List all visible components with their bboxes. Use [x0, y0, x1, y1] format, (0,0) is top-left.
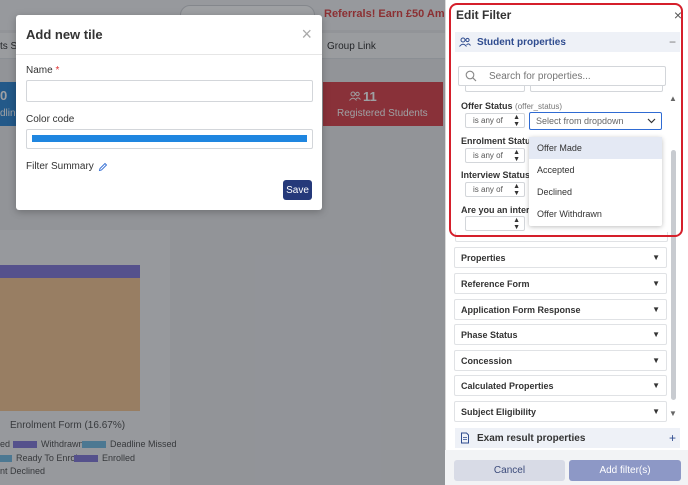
option-offer-made[interactable]: Offer Made: [529, 137, 662, 159]
caret-down-icon: ▼: [652, 407, 660, 416]
offer-status-value-select[interactable]: Select from dropdown: [529, 112, 662, 130]
panel-title: Edit Filter: [456, 8, 512, 22]
section-subject-eligibility[interactable]: Subject Eligibility ▼: [454, 401, 667, 422]
modal-header: Add new tile ×: [16, 15, 322, 55]
scroll-up-icon[interactable]: ▲: [669, 94, 677, 103]
operator-select[interactable]: [465, 86, 525, 92]
option-offer-withdrawn[interactable]: Offer Withdrawn: [529, 203, 662, 225]
filter-summary: Filter Summary: [26, 161, 108, 172]
collapse-icon[interactable]: −: [669, 35, 676, 49]
student-properties-label: Student properties: [477, 36, 566, 48]
caret-down-icon: ▼: [652, 305, 660, 314]
offer-status-label: Offer Status (offer_status): [461, 101, 563, 111]
sort-arrows-icon: ▲ ▼: [513, 148, 520, 163]
caret-down-icon: ▼: [652, 279, 660, 288]
offer-status-options: Offer Made Accepted Declined Offer Withd…: [529, 137, 662, 226]
interview-status-label: Interview Status: [461, 170, 531, 180]
caret-down-icon: ▼: [652, 356, 660, 365]
caret-down-icon: ▼: [652, 381, 660, 390]
exam-properties-label: Exam result properties: [477, 432, 586, 444]
cancel-button[interactable]: Cancel: [454, 460, 565, 481]
modal-title: Add new tile: [26, 27, 103, 42]
section-application-form-response[interactable]: Application Form Response ▼: [454, 299, 667, 320]
property-row-end: [455, 232, 668, 242]
scroll-down-icon[interactable]: ▼: [669, 409, 677, 418]
interview-status-operator[interactable]: is any of ▲ ▼: [465, 182, 525, 197]
expand-icon[interactable]: +: [669, 431, 676, 445]
sort-arrows-icon: ▲ ▼: [513, 182, 520, 197]
section-phase-status[interactable]: Phase Status ▼: [454, 324, 667, 345]
intern-label: Are you an intern: [461, 205, 536, 215]
name-input[interactable]: [26, 80, 313, 102]
add-tile-modal: Add new tile × Name * Color code Filter …: [16, 15, 322, 210]
required-marker: *: [55, 65, 60, 76]
option-accepted[interactable]: Accepted: [529, 159, 662, 181]
intern-operator[interactable]: ▲ ▼: [465, 216, 525, 231]
sort-arrows-icon: ▲ ▼: [513, 113, 520, 128]
color-code-picker[interactable]: [26, 129, 313, 149]
name-label: Name *: [26, 65, 60, 76]
section-concession[interactable]: Concession ▼: [454, 350, 667, 371]
caret-down-icon: ▼: [652, 253, 660, 262]
close-icon[interactable]: ×: [674, 7, 682, 23]
pencil-icon[interactable]: [98, 162, 108, 172]
enrolment-status-label: Enrolment Status: [461, 136, 536, 146]
property-search[interactable]: [458, 66, 666, 86]
section-properties[interactable]: Properties ▼: [454, 247, 667, 268]
close-icon[interactable]: ×: [301, 25, 312, 43]
caret-down-icon: ▼: [652, 330, 660, 339]
property-search-input[interactable]: [489, 70, 649, 82]
filter-summary-label: Filter Summary: [26, 161, 94, 172]
value-select[interactable]: [530, 86, 663, 92]
offer-status-operator[interactable]: is any of ▲ ▼: [465, 113, 525, 128]
color-code-label: Color code: [26, 114, 75, 125]
search-icon: [465, 70, 477, 82]
exam-properties-header[interactable]: Exam result properties +: [455, 428, 680, 448]
enrolment-status-operator[interactable]: is any of ▲ ▼: [465, 148, 525, 163]
scrollbar-thumb[interactable]: [671, 150, 676, 400]
option-declined[interactable]: Declined: [529, 181, 662, 203]
student-properties-header[interactable]: Student properties −: [455, 32, 680, 52]
add-filters-button[interactable]: Add filter(s): [569, 460, 681, 481]
chevron-down-icon: [647, 118, 656, 124]
section-reference-form[interactable]: Reference Form ▼: [454, 273, 667, 294]
color-swatch: [32, 135, 307, 142]
section-calculated-properties[interactable]: Calculated Properties ▼: [454, 375, 667, 396]
document-icon: [461, 432, 469, 444]
users-icon: [459, 37, 471, 47]
sort-arrows-icon: ▲ ▼: [513, 216, 520, 231]
offer-status-key: (offer_status): [515, 102, 563, 111]
save-button[interactable]: Save: [283, 180, 312, 200]
